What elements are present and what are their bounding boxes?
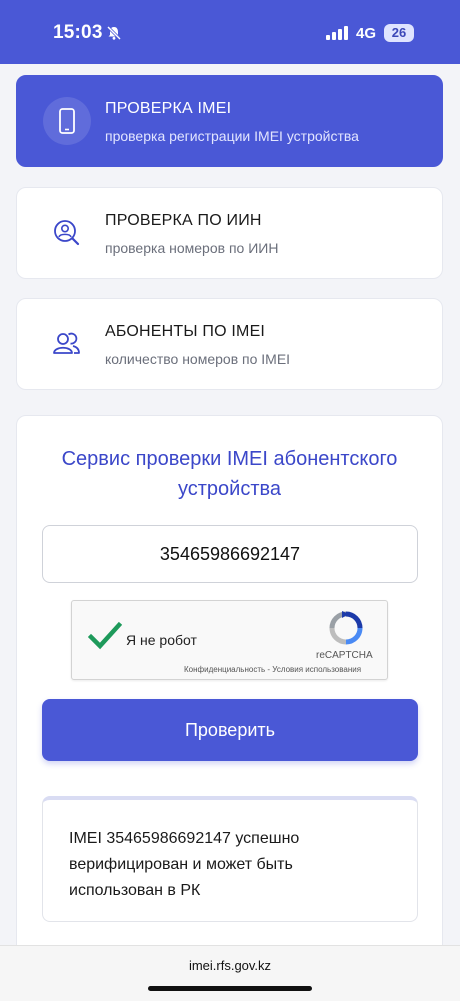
- signal-icon: [326, 26, 348, 40]
- recaptcha-widget: Я не робот reCAPTCHA Конфиденциальность …: [71, 600, 388, 680]
- service-title: Сервис проверки IMEI абонентского устрой…: [61, 448, 398, 500]
- imei-input[interactable]: [42, 525, 418, 583]
- network-type: 4G: [356, 25, 377, 42]
- checkmark-icon[interactable]: [88, 621, 122, 651]
- privacy-link[interactable]: Конфиденциальность: [184, 665, 265, 674]
- bell-muted-icon: [106, 25, 122, 41]
- recaptcha-logo-icon: [329, 611, 363, 645]
- status-time: 15:03: [53, 22, 103, 43]
- terms-link[interactable]: Условия использования: [272, 665, 361, 674]
- menu-title: ПРОВЕРКА IMEI: [105, 100, 232, 117]
- phone-icon: [43, 97, 91, 145]
- result-message: IMEI 35465986692147 успешно верифицирова…: [69, 830, 300, 899]
- home-indicator[interactable]: [148, 986, 312, 991]
- users-icon: [53, 332, 80, 354]
- captcha-label: Я не робот: [126, 632, 197, 648]
- status-bar: 15:03 4G 26: [0, 0, 460, 64]
- check-button[interactable]: Проверить: [42, 699, 418, 761]
- result-box: IMEI 35465986692147 успешно верифицирова…: [42, 796, 418, 922]
- battery-icon: 26: [384, 24, 414, 42]
- menu-subtitle: проверка регистрации IMEI устройства: [105, 128, 359, 144]
- menu-title: АБОНЕНТЫ ПО IMEI: [105, 323, 266, 340]
- url-text[interactable]: imei.rfs.gov.kz: [0, 958, 460, 973]
- imei-service-card: Сервис проверки IMEI абонентского устрой…: [16, 415, 443, 955]
- recaptcha-links: Конфиденциальность - Условия использован…: [184, 665, 361, 674]
- menu-card-imei-check[interactable]: ПРОВЕРКА IMEI проверка регистрации IMEI …: [16, 75, 443, 167]
- browser-url-bar[interactable]: imei.rfs.gov.kz: [0, 945, 460, 1001]
- menu-subtitle: количество номеров по IMEI: [105, 351, 291, 367]
- menu-title: ПРОВЕРКА ПО ИИН: [105, 212, 262, 229]
- recaptcha-brand: reCAPTCHA: [316, 650, 373, 661]
- user-search-icon: [54, 220, 80, 246]
- menu-card-iin-check[interactable]: ПРОВЕРКА ПО ИИН проверка номеров по ИИН: [16, 187, 443, 279]
- menu-subtitle: проверка номеров по ИИН: [105, 240, 279, 256]
- menu-card-subscribers-by-imei[interactable]: АБОНЕНТЫ ПО IMEI количество номеров по I…: [16, 298, 443, 390]
